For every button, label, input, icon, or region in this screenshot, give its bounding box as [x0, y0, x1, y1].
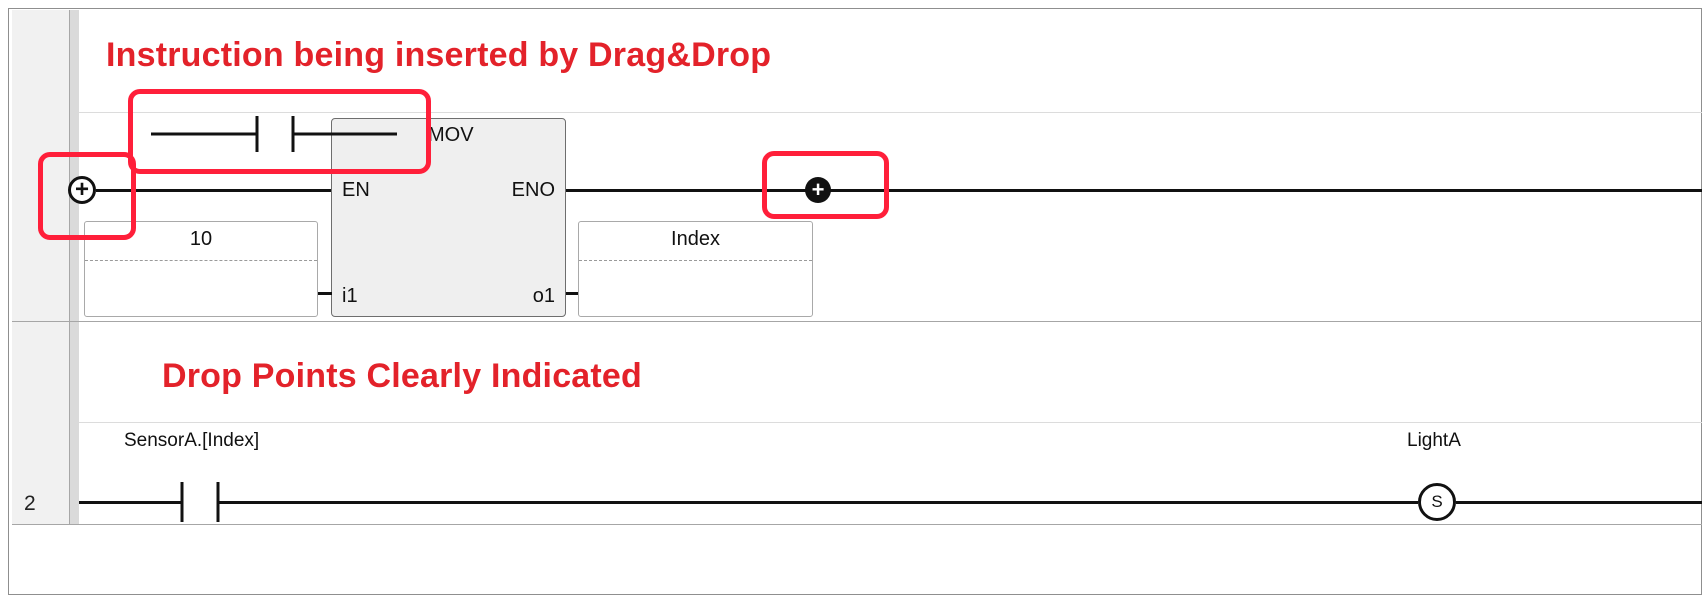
rung2-wire-right	[1456, 501, 1702, 504]
pin-o1-stub	[566, 292, 578, 295]
output-operand-value: Index	[671, 228, 720, 250]
drop-point-highlight-right	[762, 151, 889, 219]
pin-eno-label: ENO	[511, 179, 555, 201]
operand-divider	[85, 260, 317, 261]
rung2-wire-middle	[218, 501, 1418, 504]
contact-variable-label: SensorA.[Index]	[124, 430, 260, 451]
rung1-wire-right	[566, 189, 1702, 192]
power-rail-left	[70, 10, 79, 524]
pin-o1-label: o1	[532, 285, 555, 307]
rung-separator	[12, 321, 1702, 322]
rung2-wire-left	[79, 501, 181, 504]
drag-instruction-highlight	[128, 89, 431, 174]
pin-en-label: EN	[342, 179, 370, 201]
coil-variable-label: LightA	[1407, 430, 1461, 451]
rung-number: 2	[24, 492, 36, 515]
comment-separator-2	[79, 422, 1702, 423]
set-coil-icon[interactable]: S	[1418, 483, 1456, 521]
operand-divider	[579, 260, 812, 261]
callout-drop-points-title: Drop Points Clearly Indicated	[162, 357, 643, 395]
pin-i1-label: i1	[342, 285, 358, 307]
drop-point-highlight-left	[38, 152, 136, 240]
coil-type-label: S	[1431, 492, 1443, 511]
callout-instruction-title: Instruction being inserted by Drag&Drop	[106, 36, 772, 74]
editor-bottom-border	[12, 524, 1702, 525]
output-operand-field[interactable]: Index	[578, 221, 813, 317]
instruction-name: MOV	[428, 124, 474, 146]
